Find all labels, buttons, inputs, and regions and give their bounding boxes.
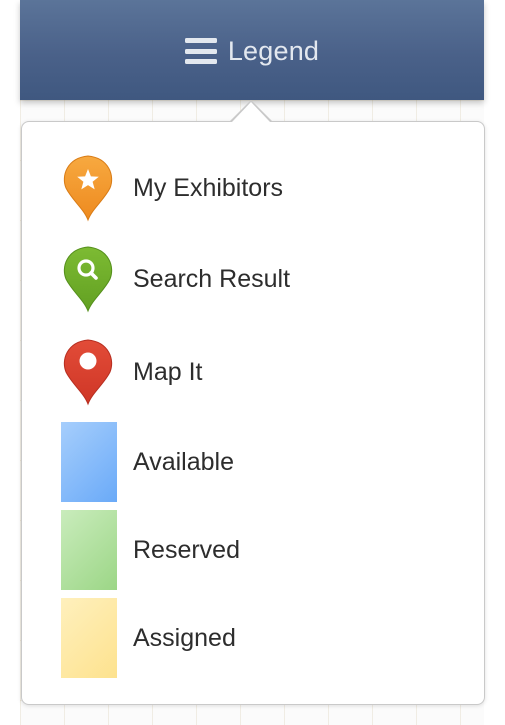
legend-toggle-header[interactable]: Legend	[20, 0, 484, 100]
green-search-pin-icon	[63, 246, 113, 313]
popover-caret-fill	[232, 102, 270, 122]
red-dot-pin-icon	[63, 339, 113, 406]
legend-popover: My Exhibitors Search Result Map It Avail…	[21, 121, 485, 705]
orange-star-pin-icon	[63, 155, 113, 222]
legend-label-map-it: Map It	[133, 358, 203, 386]
legend-label-available: Available	[133, 448, 235, 476]
legend-title: Legend	[227, 35, 320, 66]
legend-label-assigned: Assigned	[133, 624, 236, 652]
assigned-swatch	[61, 598, 117, 678]
legend-label-my-exhibitors: My Exhibitors	[133, 174, 284, 202]
legend-label-reserved: Reserved	[133, 536, 240, 564]
reserved-swatch	[61, 510, 117, 590]
hamburger-menu-icon	[184, 38, 217, 64]
legend-page: Legend My Exhibitors Search Result Map I…	[0, 0, 505, 725]
available-swatch	[61, 422, 117, 502]
legend-toggle-content[interactable]: Legend	[184, 35, 320, 67]
legend-label-search-result: Search Result	[133, 265, 291, 293]
